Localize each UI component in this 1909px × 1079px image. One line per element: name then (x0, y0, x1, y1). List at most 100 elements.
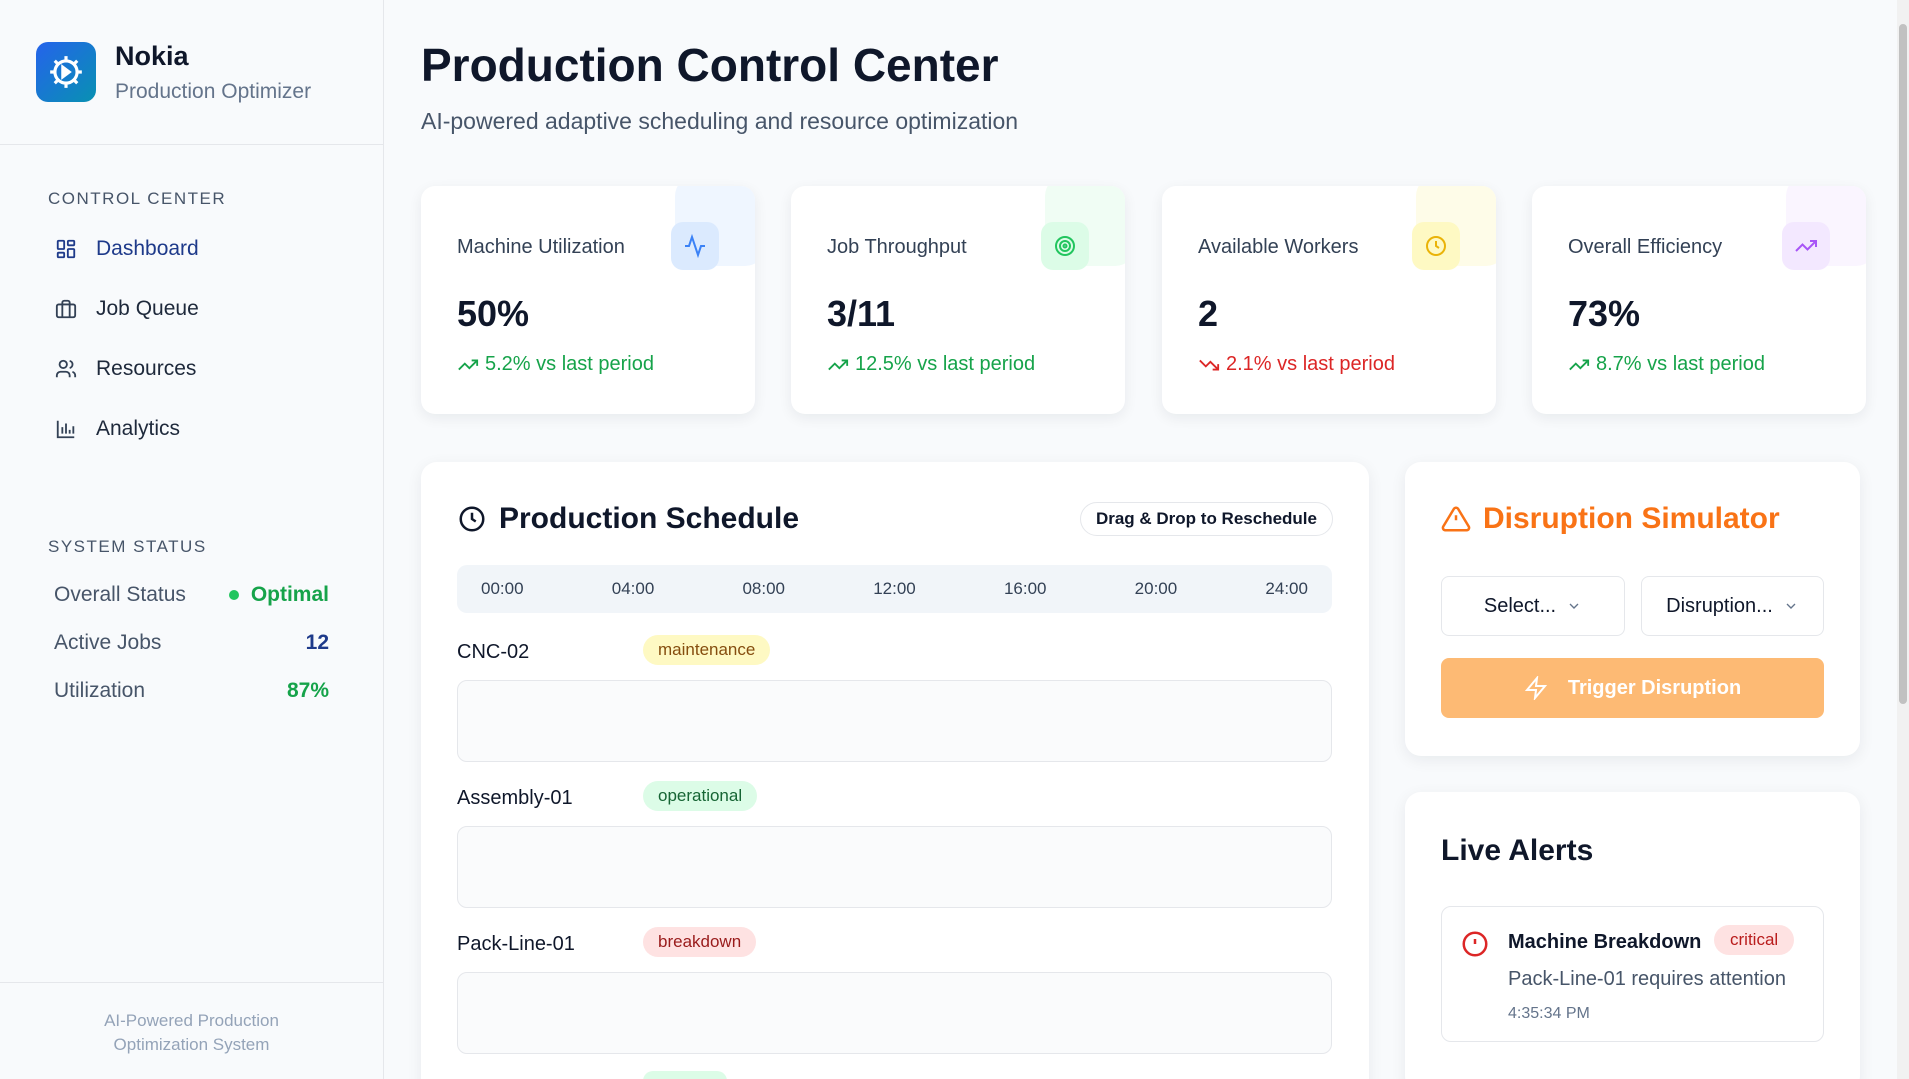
timeline-tick: 16:00 (1003, 579, 1047, 598)
status-row-active-jobs: Active Jobs 12 (0, 619, 383, 667)
brand-header: Nokia Production Optimizer (0, 0, 383, 145)
kpi-delta: 2.1% vs last period (1198, 353, 1395, 376)
brand-subtitle: Production Optimizer (115, 79, 312, 103)
kpi-delta: 12.5% vs last period (827, 353, 1035, 376)
sidebar-footer: AI-Powered Production Optimization Syste… (0, 982, 383, 1079)
kpi-value: 3/11 (827, 293, 896, 334)
warning-icon (1441, 504, 1471, 534)
status-label: Overall Status (54, 583, 186, 606)
select-value: Select... (1483, 594, 1557, 617)
kpi-delta: 8.7% vs last period (1568, 353, 1765, 376)
kpi-label: Job Throughput (827, 236, 967, 258)
simulator-title-text: Disruption Simulator (1483, 502, 1780, 535)
alert-title: Machine Breakdown (1508, 931, 1702, 953)
scrollbar-thumb[interactable] (1899, 24, 1907, 704)
timeline-tick: 24:00 (1265, 579, 1308, 598)
trigger-label: Trigger Disruption (1567, 676, 1742, 699)
sidebar-nav: Dashboard Job Queue Resources Analytics (0, 219, 383, 459)
schedule-track[interactable] (457, 972, 1332, 1054)
sidebar: Nokia Production Optimizer CONTROL CENTE… (0, 0, 384, 1079)
sidebar-item-label: Analytics (96, 417, 181, 440)
sidebar-item-resources[interactable]: Resources (0, 339, 383, 399)
target-icon (1041, 222, 1089, 270)
clock-icon (457, 504, 487, 534)
system-status-title: SYSTEM STATUS (48, 537, 207, 556)
kpi-card-available-workers: Available Workers 2 2.1% vs last period (1162, 186, 1496, 414)
trend-up-icon (827, 354, 849, 376)
chevron-down-icon (1783, 598, 1799, 614)
kpi-value: 2 (1198, 293, 1219, 334)
page-scrollbar[interactable] (1897, 0, 1909, 1079)
users-icon (54, 357, 78, 381)
schedule-track[interactable] (457, 680, 1332, 762)
kpi-value: 50% (457, 293, 530, 334)
clock-icon (1412, 222, 1460, 270)
alert-time: 4:35:34 PM (1508, 1005, 1590, 1022)
severity-badge: critical (1714, 925, 1795, 955)
status-label: Utilization (54, 679, 146, 702)
schedule-title: Production Schedule (457, 502, 799, 536)
kpi-delta-text: 2.1% vs last period (1226, 353, 1395, 375)
timeline-tick: 20:00 (1134, 579, 1178, 598)
alert-item[interactable]: Machine Breakdown critical Pack-Line-01 … (1441, 906, 1824, 1042)
disruption-simulator-card: Disruption Simulator Select... Disruptio… (1405, 462, 1860, 756)
brand-name: Nokia (115, 40, 189, 71)
control-center-title: CONTROL CENTER (48, 189, 227, 208)
activity-icon (671, 222, 719, 270)
lightning-icon (1524, 676, 1548, 700)
kpi-delta-text: 12.5% vs last period (855, 353, 1036, 375)
status-row-utilization: Utilization 87% (0, 667, 383, 715)
timeline-tick: 08:00 (742, 579, 786, 598)
sidebar-item-label: Job Queue (96, 297, 199, 320)
bar-chart-icon (54, 417, 78, 441)
machine-name: Pack-Line-01 (457, 933, 575, 955)
sidebar-item-label: Dashboard (96, 237, 199, 260)
schedule-track[interactable] (457, 826, 1332, 908)
simulator-title: Disruption Simulator (1441, 502, 1780, 536)
kpi-label: Machine Utilization (457, 236, 625, 258)
briefcase-icon (54, 297, 78, 321)
sidebar-item-job-queue[interactable]: Job Queue (0, 279, 383, 339)
page-title: Production Control Center (421, 39, 999, 91)
sidebar-item-dashboard[interactable]: Dashboard (0, 219, 383, 279)
trend-up-icon (457, 354, 479, 376)
kpi-card-overall-efficiency: Overall Efficiency 73% 8.7% vs last peri… (1532, 186, 1866, 414)
kpi-card-job-throughput: Job Throughput 3/11 12.5% vs last period (791, 186, 1125, 414)
kpi-label: Available Workers (1198, 236, 1359, 258)
timeline-tick: 04:00 (611, 579, 655, 598)
status-value: Optimal (228, 583, 329, 607)
alert-circle-icon (1460, 929, 1490, 959)
page-subtitle: AI-powered adaptive scheduling and resou… (421, 108, 1019, 134)
status-value: 12 (305, 631, 329, 654)
status-badge: breakdown (643, 927, 757, 957)
status-badge: maintenance (643, 635, 771, 665)
trend-up-icon (1568, 354, 1590, 376)
dashboard-grid-icon (54, 237, 78, 261)
machine-name: CNC-02 (457, 641, 530, 663)
status-badge (643, 1071, 727, 1079)
kpi-delta-text: 8.7% vs last period (1596, 353, 1765, 375)
footer-line: Optimization System (113, 1035, 270, 1054)
kpi-delta-text: 5.2% vs last period (485, 353, 654, 375)
drag-drop-badge: Drag & Drop to Reschedule (1079, 502, 1333, 536)
gear-icon (36, 42, 96, 102)
machine-name: Assembly-01 (457, 787, 573, 809)
machine-select[interactable]: Select... (1441, 576, 1625, 636)
kpi-delta: 5.2% vs last period (457, 353, 654, 376)
schedule-title-text: Production Schedule (499, 502, 800, 535)
kpi-value: 73% (1568, 293, 1641, 334)
status-badge: operational (643, 781, 758, 811)
status-value-text: Optimal (250, 583, 329, 606)
trending-up-icon (1782, 222, 1830, 270)
disruption-type-select[interactable]: Disruption... (1641, 576, 1824, 636)
timeline-tick: 12:00 (873, 579, 916, 598)
alerts-title: Live Alerts (1441, 834, 1594, 867)
chevron-down-icon (1566, 598, 1582, 614)
trend-down-icon (1198, 354, 1220, 376)
trigger-disruption-button[interactable]: Trigger Disruption (1441, 658, 1824, 718)
production-schedule-card: Production Schedule Drag & Drop to Resch… (421, 462, 1369, 1079)
timeline-header: 00:00 04:00 08:00 12:00 16:00 20:00 24:0… (457, 565, 1332, 613)
sidebar-item-label: Resources (96, 357, 197, 380)
status-label: Active Jobs (54, 631, 162, 654)
sidebar-item-analytics[interactable]: Analytics (0, 399, 383, 459)
